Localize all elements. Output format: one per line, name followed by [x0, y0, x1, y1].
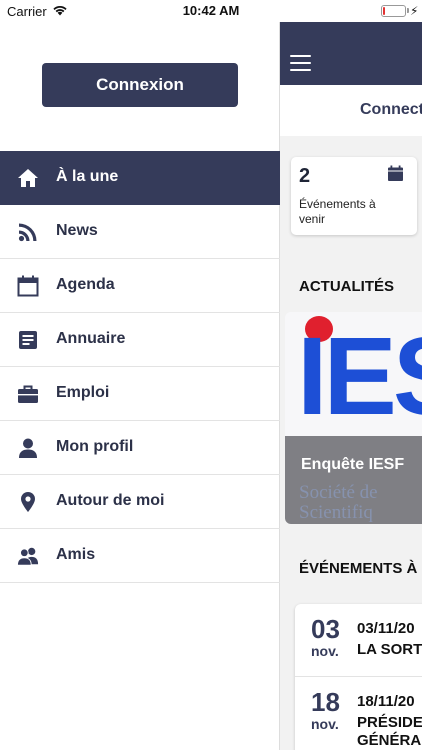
event-title-line: PRÉSIDE	[357, 714, 422, 731]
calendar-icon	[387, 165, 404, 187]
connect-label: Connect	[360, 101, 422, 118]
location-pin-icon	[17, 491, 39, 513]
logo-subtitle: Société de	[299, 482, 378, 503]
menu-item-label: Amis	[56, 546, 96, 563]
events-count: 2	[299, 165, 311, 187]
drawer-menu: À la une News Agenda Annuaire Emploi Mon…	[0, 151, 280, 583]
menu-item-label: Annuaire	[56, 330, 126, 347]
top-app-bar	[280, 22, 422, 85]
friends-icon	[17, 545, 39, 567]
menu-item-autour[interactable]: Autour de moi	[0, 475, 280, 529]
status-bar: Carrier 10:42 AM ⚡	[0, 0, 422, 22]
event-list: 03 nov. 03/11/20 LA SORT 18 nov. 18/11/2…	[295, 604, 422, 750]
hamburger-menu-icon[interactable]	[290, 55, 311, 71]
menu-item-label: À la une	[56, 168, 119, 185]
event-row[interactable]: 03 nov. 03/11/20 LA SORT	[295, 604, 422, 676]
menu-item-label: News	[56, 222, 98, 239]
event-month: nov.	[311, 643, 339, 659]
login-button[interactable]: Connexion	[42, 63, 238, 107]
menu-item-news[interactable]: News	[0, 205, 280, 259]
iesf-logo: IES	[297, 315, 422, 438]
directory-icon	[17, 329, 39, 351]
event-row[interactable]: 18 nov. 18/11/20 PRÉSIDE GÉNÉRA	[295, 676, 422, 750]
event-month: nov.	[311, 716, 339, 732]
briefcase-icon	[17, 383, 39, 405]
event-title: LA SORT	[357, 641, 422, 658]
menu-item-label: Agenda	[56, 276, 115, 293]
event-title: PRÉSIDE GÉNÉRA	[357, 714, 422, 750]
event-title-line: GÉNÉRA	[357, 732, 422, 749]
news-caption-overlay: Société de Scientifiq Enquête IESF	[285, 436, 422, 524]
calendar-icon	[17, 275, 39, 297]
news-section-heading: ACTUALITÉS	[299, 278, 394, 295]
news-card[interactable]: IES Société de Scientifiq Enquête IESF	[285, 312, 422, 524]
menu-item-agenda[interactable]: Agenda	[0, 259, 280, 313]
home-icon	[17, 167, 39, 189]
menu-item-annuaire[interactable]: Annuaire	[0, 313, 280, 367]
battery-icon	[381, 5, 406, 17]
upcoming-events-card[interactable]: 2 Événements à venir	[291, 157, 417, 235]
event-date: 18/11/20	[357, 693, 415, 710]
events-section-heading: ÉVÉNEMENTS À	[299, 560, 418, 577]
menu-item-home[interactable]: À la une	[0, 151, 280, 205]
charging-icon: ⚡	[410, 4, 419, 18]
event-day: 03	[311, 614, 340, 644]
events-label: Événements à venir	[299, 197, 376, 226]
event-day: 18	[311, 687, 340, 717]
side-drawer: Connexion À la une News Agenda Annuaire	[0, 0, 280, 750]
rss-icon	[17, 221, 39, 243]
main-content: Connect 2 Événements à venir ACTUALITÉS …	[280, 0, 422, 750]
menu-item-label: Mon profil	[56, 438, 134, 455]
battery-cap	[407, 8, 409, 13]
clock: 10:42 AM	[182, 3, 240, 18]
logo-subtitle: Scientifiq	[299, 502, 373, 523]
menu-item-label: Autour de moi	[56, 492, 165, 509]
menu-item-amis[interactable]: Amis	[0, 529, 280, 583]
menu-item-emploi[interactable]: Emploi	[0, 367, 280, 421]
battery-level	[383, 7, 385, 15]
event-date: 03/11/20	[357, 620, 415, 637]
menu-item-profil[interactable]: Mon profil	[0, 421, 280, 475]
news-title: Enquête IESF	[301, 456, 405, 473]
menu-item-label: Emploi	[56, 384, 110, 401]
person-icon	[17, 437, 39, 459]
connect-bar[interactable]: Connect	[280, 85, 422, 136]
